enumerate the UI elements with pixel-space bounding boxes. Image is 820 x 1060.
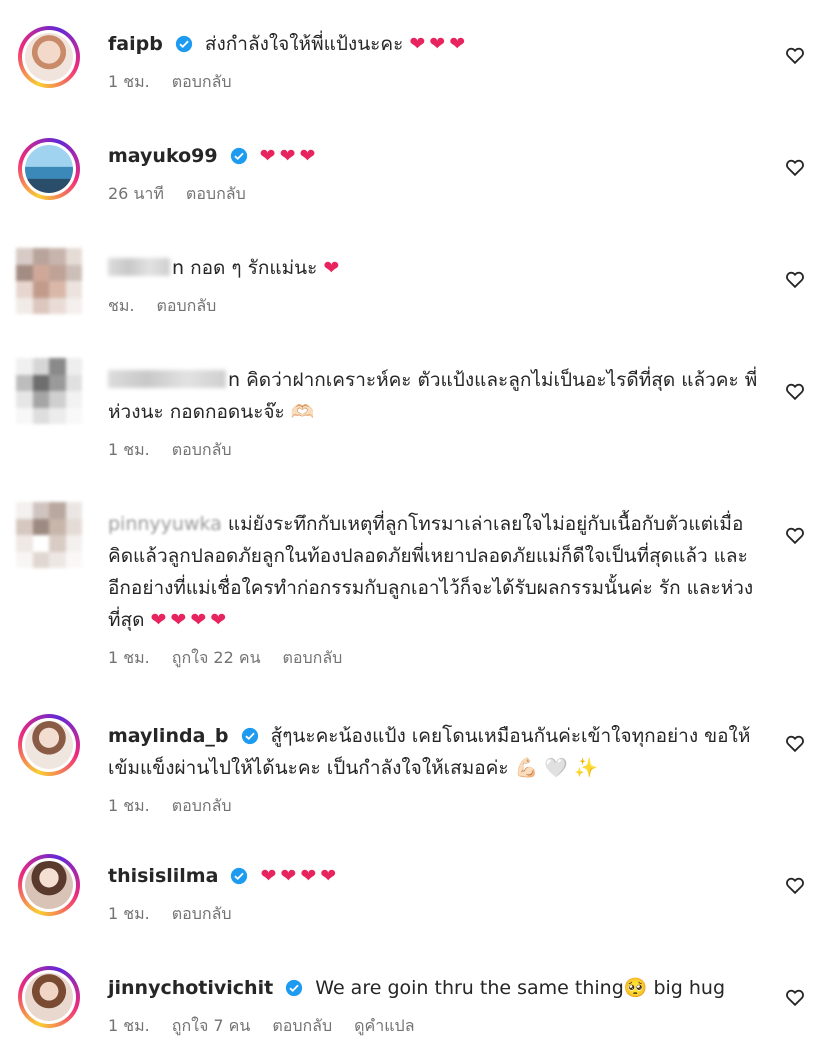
blurred-username (108, 258, 170, 276)
reply-button[interactable]: ตอบกลับ (272, 1014, 332, 1039)
verified-badge-icon (241, 727, 258, 745)
verified-badge-icon (230, 147, 247, 165)
username[interactable]: thisislilma (108, 865, 218, 887)
reply-button[interactable]: ตอบกลับ (172, 438, 232, 463)
comment-item: pinnyyuwka แม่ยังระทึกกับเหตุที่ลูกโทรมา… (0, 500, 820, 690)
heart-emoji: ❤❤❤❤ (150, 609, 231, 631)
username[interactable]: pinnyyuwka (108, 513, 222, 535)
comment-time: 1 ชม. (108, 72, 150, 91)
comment-time: 1 ชม. (108, 648, 150, 667)
heart-outline-icon[interactable] (784, 874, 806, 896)
heart-emoji: ❤❤❤❤ (260, 865, 341, 887)
comment-time: ชม. (108, 296, 135, 315)
username[interactable]: mayuko99 (108, 145, 218, 167)
reply-button[interactable]: ตอบกลับ (172, 902, 232, 927)
reply-button[interactable]: ตอบกลับ (157, 294, 217, 319)
username[interactable]: jinnychotivichit (108, 977, 273, 999)
reply-button[interactable]: ตอบกลับ (186, 182, 246, 207)
verified-badge-icon (286, 979, 303, 997)
heart-outline-icon[interactable] (784, 986, 806, 1008)
likes-count[interactable]: ถูกใจ 7 คน (172, 1014, 251, 1039)
avatar[interactable] (16, 358, 82, 424)
comment-time: 1 ชม. (108, 796, 150, 815)
username[interactable]: maylinda_b (108, 725, 229, 747)
username[interactable]: n (228, 369, 240, 391)
comment-item: maylinda_b สู้ๆนะคะน้องแป้ง เคยโดนเหมือน… (0, 712, 820, 842)
comment-item: thisislilma ❤❤❤❤ 1 ชม. ตอบกลับ (0, 850, 820, 950)
heart-emoji: ❤❤❤ (259, 145, 320, 167)
comment-time: 1 ชม. (108, 440, 150, 459)
comment-text: ส่งกำลังใจให้พี่แป้งนะคะ (204, 33, 404, 55)
avatar[interactable] (18, 138, 80, 200)
comment-item: mayuko99 ❤❤❤ 26 นาที ตอบกลับ (0, 132, 820, 232)
avatar[interactable] (18, 26, 80, 88)
comment-time: 1 ชม. (108, 1016, 150, 1035)
likes-count[interactable]: ถูกใจ 22 คน (172, 646, 261, 671)
heart-outline-icon[interactable] (784, 732, 806, 754)
comment-text: We are goin thru the same thing🥺 big hug (315, 977, 726, 999)
avatar[interactable] (18, 714, 80, 776)
avatar[interactable] (18, 854, 80, 916)
comment-item: n คิดว่าฝากเคราะห์คะ ตัวแป้งและลูกไม่เป็… (0, 356, 820, 486)
reply-button[interactable]: ตอบกลับ (172, 70, 232, 95)
blurred-username (108, 370, 226, 388)
verified-badge-icon (231, 867, 248, 885)
heart-emoji: ❤ (323, 257, 344, 279)
comment-item: jinnychotivichit We are goin thru the sa… (0, 962, 820, 1058)
username[interactable]: n (172, 257, 184, 279)
comment-time: 1 ชม. (108, 904, 150, 923)
reply-button[interactable]: ตอบกลับ (172, 794, 232, 819)
username[interactable]: faipb (108, 33, 163, 55)
avatar[interactable] (16, 248, 82, 314)
comment-item: faipb ส่งกำลังใจให้พี่แป้งนะคะ ❤❤❤ 1 ชม.… (0, 20, 820, 120)
verified-badge-icon (175, 35, 192, 53)
heart-outline-icon[interactable] (784, 524, 806, 546)
reply-button[interactable]: ตอบกลับ (283, 646, 343, 671)
comment-item: n กอด ๆ รักแม่นะ ❤ ชม. ตอบกลับ (0, 244, 820, 344)
see-translation-button[interactable]: ดูคำแปล (354, 1014, 414, 1039)
heart-emoji: ❤❤❤ (409, 33, 470, 55)
avatar[interactable] (16, 502, 82, 568)
heart-outline-icon[interactable] (784, 380, 806, 402)
comment-time: 26 นาที (108, 184, 164, 203)
avatar[interactable] (18, 966, 80, 1028)
heart-outline-icon[interactable] (784, 156, 806, 178)
comment-text: กอด ๆ รักแม่นะ (190, 257, 318, 279)
heart-outline-icon[interactable] (784, 268, 806, 290)
heart-outline-icon[interactable] (784, 44, 806, 66)
